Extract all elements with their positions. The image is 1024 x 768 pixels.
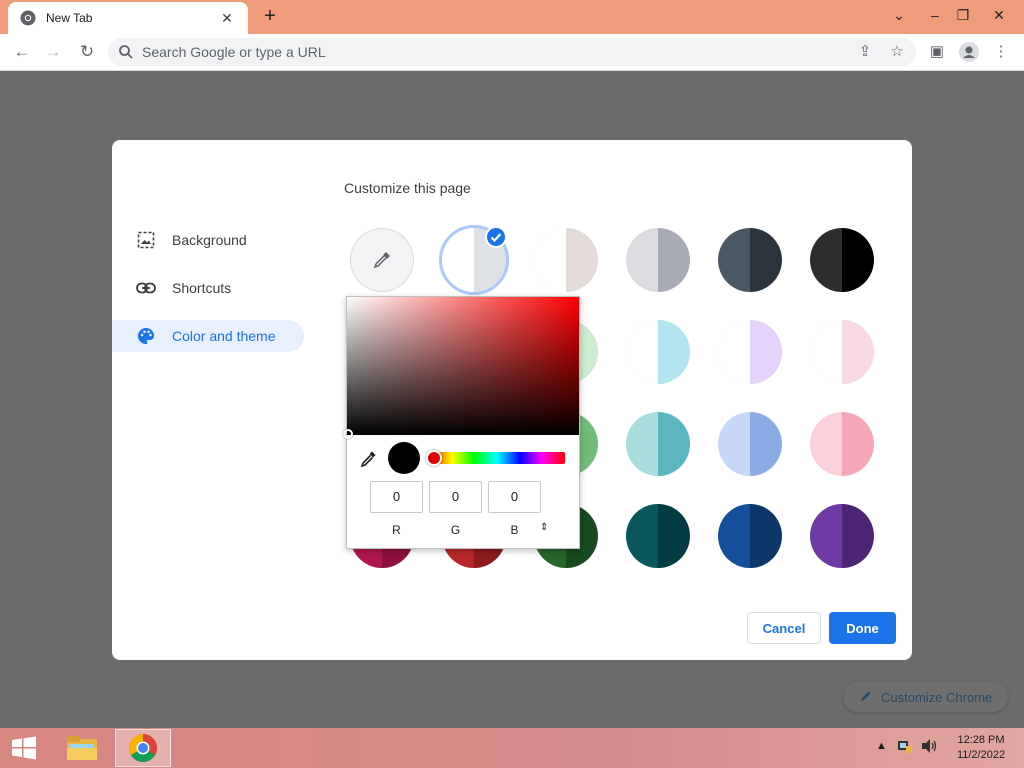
format-toggle-icon[interactable]: ⇕ <box>540 522 548 533</box>
side-panel-icon[interactable]: ▣ <box>924 39 950 65</box>
theme-swatch-black[interactable] <box>810 228 874 292</box>
check-icon <box>485 226 507 248</box>
theme-swatch-midnight[interactable] <box>718 228 782 292</box>
close-window-button[interactable]: ✕ <box>982 2 1016 28</box>
link-icon <box>136 278 156 298</box>
tab-search-icon[interactable]: ⌄ <box>882 2 916 28</box>
palette-icon <box>136 326 156 346</box>
saturation-value-area[interactable] <box>347 297 579 435</box>
share-icon[interactable]: ⇪ <box>852 39 878 65</box>
theme-swatch-aqua-light[interactable] <box>626 320 690 384</box>
close-tab-icon[interactable]: ✕ <box>218 10 236 27</box>
theme-swatch-lavender-light[interactable] <box>718 320 782 384</box>
image-icon <box>136 230 156 250</box>
theme-swatch-navy[interactable] <box>718 504 782 568</box>
theme-swatch-teal[interactable] <box>626 504 690 568</box>
bookmark-star-icon[interactable]: ☆ <box>884 39 910 65</box>
saturation-value-handle[interactable] <box>343 429 353 439</box>
hue-slider[interactable] <box>429 452 565 464</box>
sidebar-item-shortcuts[interactable]: Shortcuts <box>112 272 304 304</box>
color-preview <box>388 442 420 474</box>
tab-title: New Tab <box>46 11 93 25</box>
toolbar: ← → ↻ Search Google or type a URL ⇪ ☆ ▣ … <box>0 34 1024 71</box>
sidebar-label: Color and theme <box>172 328 276 344</box>
forward-icon[interactable]: → <box>40 39 66 65</box>
network-icon[interactable] <box>897 738 913 757</box>
tab-new-tab[interactable]: New Tab ✕ <box>8 2 248 34</box>
clock-time: 12:28 PM <box>957 734 1005 746</box>
custom-color-swatch[interactable] <box>350 228 414 292</box>
profile-avatar[interactable] <box>956 39 982 65</box>
theme-swatch-warm-grey[interactable] <box>534 228 598 292</box>
eyedropper-icon[interactable] <box>359 450 377 468</box>
green-input[interactable]: 0 <box>429 481 482 513</box>
file-explorer-icon[interactable] <box>54 729 110 767</box>
theme-swatch-cool-grey[interactable] <box>626 228 690 292</box>
cancel-button[interactable]: Cancel <box>747 612 821 644</box>
windows-start-icon[interactable] <box>8 736 40 760</box>
theme-swatch-cornflower[interactable] <box>718 412 782 476</box>
theme-swatch-purple[interactable] <box>810 504 874 568</box>
search-icon <box>119 45 133 59</box>
red-label: R <box>392 523 401 537</box>
chrome-taskbar-icon[interactable] <box>115 729 171 767</box>
red-input[interactable]: 0 <box>370 481 423 513</box>
show-hidden-icons[interactable]: ▲ <box>876 740 887 752</box>
hue-slider-handle[interactable] <box>426 450 442 466</box>
sidebar-item-background[interactable]: Background <box>112 224 304 256</box>
sidebar-label: Shortcuts <box>172 280 232 296</box>
sidebar-label: Background <box>172 232 247 248</box>
customize-chrome-button[interactable]: Customize Chrome <box>843 682 1008 712</box>
system-clock[interactable]: 12:28 PM 11/2/2022 <box>948 733 1014 763</box>
done-button[interactable]: Done <box>829 612 896 644</box>
eyedropper-icon <box>372 250 392 275</box>
title-bar: New Tab ✕ + ⌄ – ❐ ✕ <box>0 0 1024 34</box>
customize-chrome-label: Customize Chrome <box>881 689 993 705</box>
new-tab-button[interactable]: + <box>258 5 282 29</box>
omnibox[interactable]: Search Google or type a URL <box>108 38 916 66</box>
taskbar: ▲ 12:28 PM 11/2/2022 <box>0 728 1024 768</box>
dialog-title: Customize this page <box>344 180 471 196</box>
green-label: G <box>450 523 461 537</box>
reload-icon[interactable]: ↻ <box>74 39 100 65</box>
restore-button[interactable]: ❐ <box>946 2 980 28</box>
clock-date: 11/2/2022 <box>956 749 1006 761</box>
theme-swatch-aqua[interactable] <box>626 412 690 476</box>
chrome-icon <box>20 10 36 26</box>
omnibox-placeholder: Search Google or type a URL <box>142 44 326 60</box>
menu-kebab-icon[interactable]: ⋮ <box>988 39 1014 65</box>
volume-icon[interactable] <box>920 738 938 757</box>
pencil-icon <box>859 689 873 706</box>
color-picker-popup: 0 0 0 R G B ⇕ <box>343 296 580 549</box>
theme-swatch-pink-light[interactable] <box>810 320 874 384</box>
sidebar-item-color-and-theme[interactable]: Color and theme <box>112 320 304 352</box>
blue-label: B <box>510 523 519 537</box>
back-icon[interactable]: ← <box>9 39 35 65</box>
blue-input[interactable]: 0 <box>488 481 541 513</box>
theme-swatch-pink[interactable] <box>810 412 874 476</box>
